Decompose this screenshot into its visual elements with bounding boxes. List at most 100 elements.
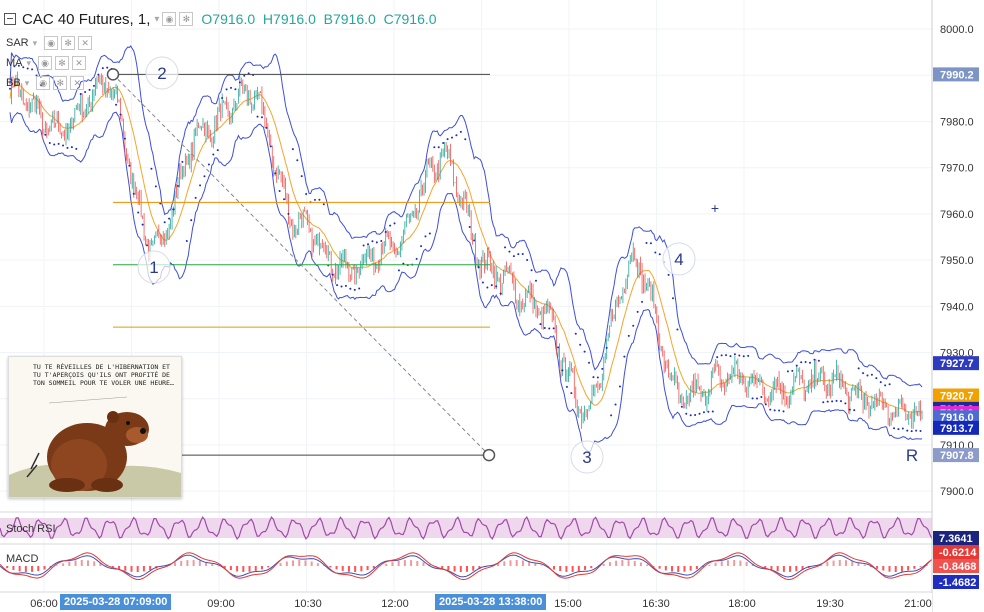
macd-bar: [789, 566, 792, 572]
chevron-down-icon[interactable]: ▾: [154, 14, 159, 25]
sar-dot: [884, 384, 887, 387]
sar-dot: [344, 284, 347, 287]
sar-dot: [234, 88, 237, 91]
chevron-down-icon[interactable]: ▾: [25, 78, 30, 89]
sar-dot: [800, 361, 803, 364]
macd-bar: [521, 560, 524, 566]
macd-bar: [12, 566, 15, 570]
eye-icon[interactable]: ◉: [36, 76, 51, 90]
sar-dot: [764, 403, 767, 406]
gear-icon[interactable]: ✻: [61, 36, 76, 50]
sar-dot: [322, 203, 325, 206]
macd-bar: [888, 566, 891, 572]
macd-bar: [608, 562, 611, 566]
price-tick: 7970.0: [940, 163, 974, 175]
sar-dot: [592, 376, 595, 379]
wave-label: 2: [157, 64, 166, 83]
macd-bar: [310, 561, 313, 566]
sar-dot: [128, 164, 131, 167]
sar-dot: [906, 429, 909, 432]
close-icon[interactable]: ✕: [70, 76, 85, 90]
sar-dot: [893, 427, 896, 430]
macd-bar: [627, 560, 630, 566]
sar-dot: [296, 159, 299, 162]
sar-dot: [265, 126, 268, 129]
sar-dot: [720, 354, 723, 357]
time-tag-end: 2025-03-28 13:38:00: [435, 594, 547, 610]
sar-dot: [336, 284, 339, 287]
macd-bar: [776, 566, 779, 572]
indicator-sar[interactable]: SAR ▾ ◉ ✻ ✕: [6, 36, 93, 50]
macd-bar: [863, 564, 866, 566]
macd-bar: [658, 566, 661, 569]
sar-dot: [778, 409, 781, 412]
macd-bar: [832, 560, 835, 566]
macd-bar: [577, 566, 580, 572]
sar-dot: [826, 400, 829, 403]
indicator-ma[interactable]: MA ▾ ◉ ✻ ✕: [6, 56, 87, 70]
macd-bar: [714, 562, 717, 566]
sar-dot: [822, 401, 825, 404]
macd-bar: [24, 566, 27, 572]
symbol-title[interactable]: CAC 40 Futures, 1,: [22, 11, 150, 28]
macd-bar: [503, 561, 506, 566]
macd-bar: [416, 560, 419, 566]
sar-dot: [433, 146, 436, 149]
macd-bar: [397, 560, 400, 566]
chevron-down-icon[interactable]: ▾: [27, 58, 32, 69]
collapse-icon[interactable]: [4, 13, 16, 25]
sar-dot: [499, 292, 502, 295]
macd-bar: [422, 562, 425, 566]
macd-bar: [894, 566, 897, 572]
eye-icon[interactable]: ◉: [162, 12, 177, 26]
indicator-bb[interactable]: BB ▾ ◉ ✻ ✕: [6, 76, 85, 90]
macd-bar: [62, 563, 65, 566]
macd-bar: [211, 564, 214, 566]
sar-dot: [362, 244, 365, 247]
sar-dot: [88, 88, 91, 91]
macd-bar: [695, 566, 698, 569]
macd-bar: [733, 560, 736, 566]
eye-icon[interactable]: ◉: [38, 56, 53, 70]
gear-icon[interactable]: ✻: [55, 56, 70, 70]
sar-dot: [477, 266, 480, 269]
sar-dot: [919, 430, 922, 433]
chevron-down-icon[interactable]: ▾: [33, 38, 38, 49]
trading-chart: 1234R+ Stoch RSIMACD 8000.07990.07980.07…: [0, 0, 984, 612]
close-icon[interactable]: ✕: [72, 56, 87, 70]
sar-dot: [79, 92, 82, 95]
price-chart[interactable]: 1234R+ Stoch RSIMACD 8000.07990.07980.07…: [0, 0, 984, 612]
sar-dot: [786, 370, 789, 373]
macd-bar: [55, 565, 58, 566]
macd-bar: [403, 560, 406, 566]
sar-dot: [848, 408, 851, 411]
eye-icon[interactable]: ◉: [44, 36, 59, 50]
gear-icon[interactable]: ✻: [53, 76, 68, 90]
macd-bar: [74, 560, 77, 566]
macd-bar: [590, 566, 593, 569]
sar-dot: [512, 255, 515, 258]
macd-bar: [683, 566, 686, 572]
macd-bar: [726, 560, 729, 566]
macd-bar: [845, 560, 848, 566]
sar-dot: [632, 324, 635, 327]
indicator-label: MA: [6, 57, 23, 69]
sar-dot: [238, 81, 241, 84]
gear-icon[interactable]: ✻: [179, 12, 194, 26]
macd-bar: [6, 566, 9, 569]
macd-bar: [142, 566, 145, 572]
sar-dot: [649, 242, 652, 245]
sar-dot: [747, 354, 750, 357]
macd-bar: [615, 560, 618, 566]
time-tick: 12:00: [381, 598, 409, 610]
sar-dot: [464, 138, 467, 141]
sar-dot: [490, 284, 493, 287]
sar-dot: [256, 115, 259, 118]
sar-dot: [804, 361, 807, 364]
sar-dot: [548, 327, 551, 330]
sar-dot: [901, 427, 904, 430]
wave-label: 1: [149, 258, 158, 277]
sar-dot: [680, 405, 683, 408]
close-icon[interactable]: ✕: [78, 36, 93, 50]
sar-dot: [146, 244, 149, 247]
